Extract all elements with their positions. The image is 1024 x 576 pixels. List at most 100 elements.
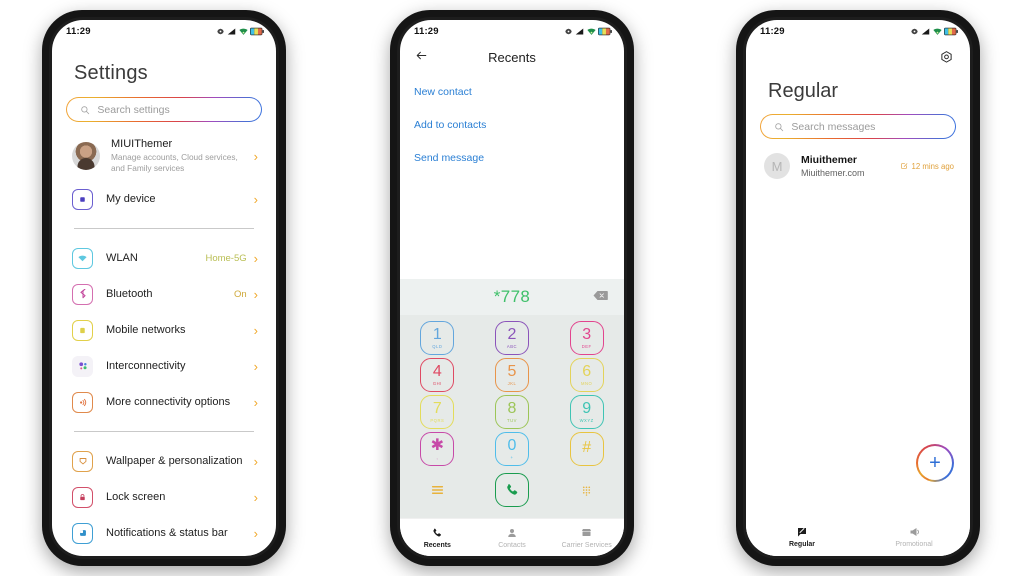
account-name: MIUIThemer (111, 138, 173, 151)
sidebar-item-label: WLAN (106, 252, 138, 264)
search-input[interactable]: Search settings (97, 104, 169, 116)
backspace-icon[interactable] (593, 288, 608, 306)
search-input[interactable]: Search messages (791, 121, 875, 133)
key-letters: WXYZ (579, 417, 594, 423)
battery-icon (250, 27, 264, 35)
status-bar-icons (910, 27, 959, 36)
tab-label: Regular (788, 541, 816, 548)
sidebar-item-value: Home-5G (205, 252, 247, 264)
hamburger-menu-icon[interactable] (400, 485, 475, 495)
status-bar-time: 11:29 (760, 25, 785, 37)
dialpad-key-7[interactable]: 7 PQRS (400, 395, 475, 429)
gear-icon[interactable] (939, 50, 954, 70)
battery-icon (944, 27, 958, 35)
cellular-signal-icon (575, 28, 584, 34)
divider (74, 228, 254, 229)
tab-label: Recents (423, 541, 451, 549)
dialpad-key-3[interactable]: 3 DEF (549, 321, 624, 355)
search-settings-bar[interactable]: Search settings (66, 97, 262, 122)
key-letters: GHI (432, 380, 442, 386)
draft-icon (900, 163, 907, 169)
sidebar-item-lock-screen[interactable]: Lock screen › (52, 479, 276, 515)
search-messages-bar[interactable]: Search messages (760, 114, 956, 139)
sidebar-item-label: My device (106, 193, 156, 205)
tab-label: Carrier Services (561, 541, 612, 549)
messages-header (746, 40, 970, 74)
conversation-preview: Miuithemer.com (801, 168, 865, 178)
screenshot-stage: 11:29 Settings Search settings MIUITheme… (0, 0, 1024, 576)
dialpad-key-star[interactable]: ✱, (400, 432, 475, 466)
device-icon (72, 188, 93, 210)
sidebar-item-label: Lock screen (106, 491, 166, 503)
status-bar-time: 11:29 (66, 25, 91, 37)
key-number: # (582, 439, 592, 457)
sidebar-item-mobile-networks[interactable]: Mobile networks › (52, 312, 276, 348)
account-subtitle: Manage accounts, Cloud services, and Fam… (111, 152, 238, 173)
sidebar-item-wlan[interactable]: WLAN Home-5G › (52, 240, 276, 276)
tab-promotional[interactable]: Promotional (858, 526, 970, 548)
sidebar-item-wallpaper[interactable]: Wallpaper & personalization › (52, 443, 276, 479)
tab-regular[interactable]: Regular (746, 526, 858, 548)
phone-bezel: 11:29 Settings Search settings MIUITheme… (49, 17, 279, 559)
list-item[interactable]: M Miuithemer Miuithemer.com 12 mins ago (746, 139, 970, 179)
lock-icon (72, 486, 93, 508)
dialpad-key-hash[interactable]: # (549, 432, 624, 466)
sidebar-item-label: Bluetooth (106, 288, 153, 300)
dialpad-container: *778 1 QLD 2 ABC 3 DEF 4 GHI 5 JKL 6 MNO 7 PQRS (400, 279, 624, 518)
dialpad-key-2[interactable]: 2 ABC (475, 321, 550, 355)
status-bar: 11:29 (400, 20, 624, 40)
dialpad-key-0[interactable]: 0 + (475, 432, 550, 466)
dialpad-key-4[interactable]: 4 GHI (400, 358, 475, 392)
account-row[interactable]: MIUIThemer Manage accounts, Cloud servic… (52, 131, 276, 181)
new-message-fab[interactable]: + (916, 444, 954, 482)
new-contact-link[interactable]: New contact (414, 86, 624, 98)
call-button[interactable] (475, 473, 550, 507)
chevron-right-icon: › (253, 191, 258, 207)
sidebar-item-interconnectivity[interactable]: Interconnectivity › (52, 348, 276, 384)
dialpad-key-6[interactable]: 6 MNO (549, 358, 624, 392)
phone-dialer: 11:29 Recents New contact Add to contact… (390, 10, 634, 566)
send-message-link[interactable]: Send message (414, 152, 624, 164)
message-icon (798, 528, 806, 537)
key-letters: MNO (581, 380, 593, 386)
settings-sync-icon (216, 28, 224, 34)
dialpad-key-1[interactable]: 1 QLD (400, 321, 475, 355)
tab-contacts[interactable]: Contacts (475, 527, 550, 549)
sidebar-item-bluetooth[interactable]: Bluetooth On › (52, 276, 276, 312)
tab-recents[interactable]: Recents (400, 527, 475, 549)
sidebar-item-value: On (233, 288, 247, 300)
phone-bezel: 11:29 Recents New contact Add to contact… (397, 17, 627, 559)
chevron-right-icon: › (253, 453, 258, 469)
wifi-icon (72, 247, 93, 269)
settings-sync-icon (910, 28, 918, 34)
tab-carrier-services[interactable]: Carrier Services (549, 527, 624, 549)
sidebar-item-my-device[interactable]: My device › (52, 181, 276, 217)
dialpad-icon[interactable] (549, 485, 624, 496)
bottom-nav: Regular Promotional (746, 518, 970, 556)
phone-icon (433, 528, 442, 537)
status-bar-time: 11:29 (414, 25, 439, 37)
conversation-time: 12 mins ago (900, 162, 954, 171)
chevron-right-icon: › (253, 489, 258, 505)
conversation-name: Miuithemer (801, 154, 858, 166)
dialpad-key-9[interactable]: 9 WXYZ (549, 395, 624, 429)
sidebar-item-notifications[interactable]: Notifications & status bar › (52, 515, 276, 551)
key-number: 2 (507, 326, 517, 344)
status-bar-icons (564, 27, 613, 36)
dialpad-key-8[interactable]: 8 TUV (475, 395, 550, 429)
bluetooth-icon (72, 283, 93, 305)
dialpad: 1 QLD 2 ABC 3 DEF 4 GHI 5 JKL 6 MNO 7 PQRS 8 TUV… (400, 315, 624, 518)
sidebar-item-label: Mobile networks (106, 324, 186, 336)
key-letters: QLD (432, 343, 443, 349)
nfc-icon (72, 391, 93, 413)
status-bar: 11:29 (746, 20, 970, 40)
dialpad-key-5[interactable]: 5 JKL (475, 358, 550, 392)
interconnect-icon (72, 355, 93, 377)
key-number: ✱ (430, 437, 445, 455)
avatar-letter: M (771, 158, 783, 174)
status-bar-icons (216, 27, 265, 36)
add-to-contacts-link[interactable]: Add to contacts (414, 119, 624, 131)
key-letters: JKL (507, 380, 517, 386)
store-icon (582, 528, 592, 536)
sidebar-item-more-connectivity[interactable]: More connectivity options › (52, 384, 276, 420)
